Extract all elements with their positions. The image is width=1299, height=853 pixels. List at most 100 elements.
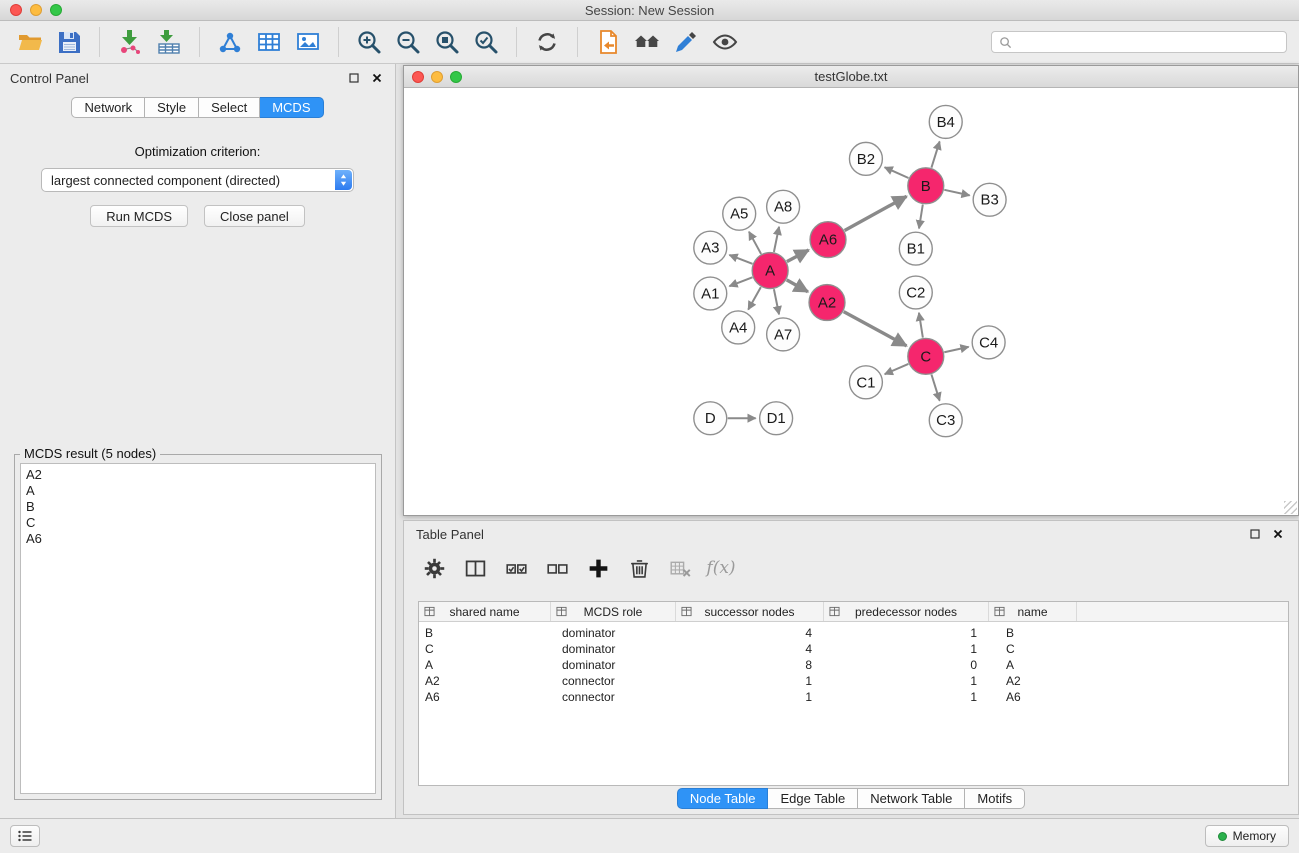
apply-preferred-style-button[interactable]: [668, 24, 704, 60]
graph-edge-A-A4[interactable]: [748, 287, 761, 310]
close-panel-icon[interactable]: [369, 70, 385, 86]
add-row-button[interactable]: [584, 554, 612, 582]
show-hide-graphics-details-button[interactable]: [707, 24, 743, 60]
graph-node-B1[interactable]: B1: [899, 232, 932, 265]
result-item[interactable]: A6: [26, 531, 370, 547]
tab-mcds[interactable]: MCDS: [260, 97, 323, 118]
graph-node-C[interactable]: C: [908, 338, 944, 374]
column-header-shared-name[interactable]: shared name: [419, 602, 551, 621]
result-item[interactable]: B: [26, 499, 370, 515]
graph-edge-A6-B[interactable]: [845, 196, 907, 230]
zoom-fit-content-button[interactable]: [429, 24, 465, 60]
new-network-button[interactable]: [212, 24, 248, 60]
tab-network-table[interactable]: Network Table: [858, 788, 965, 809]
graph-edge-A-A3[interactable]: [729, 255, 752, 264]
graph-node-B[interactable]: B: [908, 168, 944, 204]
search-input[interactable]: [1017, 35, 1279, 49]
graph-node-A2[interactable]: A2: [809, 285, 845, 321]
graph-edge-C-C1[interactable]: [885, 364, 909, 374]
delete-selected-rows-button[interactable]: [625, 554, 653, 582]
close-window-button[interactable]: [10, 4, 22, 16]
graph-node-A7[interactable]: A7: [767, 318, 800, 351]
network-canvas-svg[interactable]: AA1A3A5A8A4A7A6A2BB1B2B3B4CC1C2C3C4DD1: [404, 89, 1298, 515]
table-row[interactable]: Bdominator41B: [419, 625, 1288, 641]
graph-node-C2[interactable]: C2: [899, 276, 932, 309]
column-header-name[interactable]: name: [989, 602, 1077, 621]
graph-edge-A-A8[interactable]: [774, 227, 779, 252]
table-row[interactable]: Adominator80A: [419, 657, 1288, 673]
graph-edge-A-A6[interactable]: [787, 250, 809, 262]
float-table-panel-icon[interactable]: [1247, 526, 1263, 542]
graph-edge-B-B1[interactable]: [919, 204, 923, 228]
tab-style[interactable]: Style: [145, 97, 199, 118]
graph-node-D[interactable]: D: [694, 402, 727, 435]
graph-node-A4[interactable]: A4: [722, 311, 755, 344]
table-row[interactable]: A2connector11A2: [419, 673, 1288, 689]
graph-edge-A-A5[interactable]: [749, 232, 761, 254]
import-table-from-file-button[interactable]: [151, 24, 187, 60]
graph-node-A5[interactable]: A5: [723, 197, 756, 230]
graph-node-A[interactable]: A: [752, 253, 788, 289]
graph-edge-C-C3[interactable]: [931, 374, 939, 400]
column-header-MCDS-role[interactable]: MCDS role: [551, 602, 676, 621]
graph-node-A3[interactable]: A3: [694, 231, 727, 264]
graph-edge-C-C2[interactable]: [919, 313, 923, 338]
zoom-out-button[interactable]: [390, 24, 426, 60]
unselect-all-rows-button[interactable]: [543, 554, 571, 582]
show-columns-button[interactable]: [461, 554, 489, 582]
select-all-rows-button[interactable]: [502, 554, 530, 582]
minimize-window-button[interactable]: [30, 4, 42, 16]
tab-edge-table[interactable]: Edge Table: [768, 788, 858, 809]
show-panels-menu-button[interactable]: [10, 825, 40, 847]
graph-edge-C-C4[interactable]: [944, 347, 968, 352]
save-session-button[interactable]: [51, 24, 87, 60]
first-neighbors-button[interactable]: [629, 24, 665, 60]
graph-node-C4[interactable]: C4: [972, 326, 1005, 359]
close-panel-button[interactable]: Close panel: [204, 205, 305, 227]
network-canvas[interactable]: AA1A3A5A8A4A7A6A2BB1B2B3B4CC1C2C3C4DD1: [404, 89, 1298, 515]
run-mcds-button[interactable]: Run MCDS: [90, 205, 188, 227]
close-table-panel-icon[interactable]: [1270, 526, 1286, 542]
zoom-selected-region-button[interactable]: [468, 24, 504, 60]
graph-node-B3[interactable]: B3: [973, 183, 1006, 216]
apply-function-button[interactable]: f(x): [707, 554, 735, 582]
open-recent-file-button[interactable]: [590, 24, 626, 60]
column-header-successor-nodes[interactable]: successor nodes: [676, 602, 824, 621]
graph-edge-A-A2[interactable]: [787, 280, 808, 292]
graph-edge-B-B3[interactable]: [944, 190, 969, 196]
graph-node-C1[interactable]: C1: [849, 366, 882, 399]
graph-node-D1[interactable]: D1: [760, 402, 793, 435]
graph-edge-A-A1[interactable]: [729, 277, 752, 286]
new-table-button[interactable]: [251, 24, 287, 60]
column-header-predecessor-nodes[interactable]: predecessor nodes: [824, 602, 989, 621]
zoom-in-button[interactable]: [351, 24, 387, 60]
export-as-image-button[interactable]: [290, 24, 326, 60]
table-settings-button[interactable]: [420, 554, 448, 582]
graph-edge-B-B4[interactable]: [931, 141, 939, 167]
float-panel-icon[interactable]: [346, 70, 362, 86]
network-zoom-button[interactable]: [450, 71, 462, 83]
graph-edge-A-A7[interactable]: [774, 289, 779, 314]
optimization-criterion-select[interactable]: largest connected component (directed): [41, 168, 354, 192]
table-row[interactable]: A6connector11A6: [419, 689, 1288, 705]
import-network-from-file-button[interactable]: [112, 24, 148, 60]
zoom-window-button[interactable]: [50, 4, 62, 16]
graph-edge-A2-C[interactable]: [844, 312, 907, 346]
tab-motifs[interactable]: Motifs: [965, 788, 1025, 809]
graph-edge-B-B2[interactable]: [885, 167, 909, 178]
tab-select[interactable]: Select: [199, 97, 260, 118]
result-item[interactable]: C: [26, 515, 370, 531]
graph-node-A1[interactable]: A1: [694, 277, 727, 310]
memory-button[interactable]: Memory: [1205, 825, 1289, 847]
graph-node-C3[interactable]: C3: [929, 404, 962, 437]
network-minimize-button[interactable]: [431, 71, 443, 83]
network-close-button[interactable]: [412, 71, 424, 83]
result-item[interactable]: A: [26, 483, 370, 499]
refresh-view-button[interactable]: [529, 24, 565, 60]
table-row[interactable]: Cdominator41C: [419, 641, 1288, 657]
open-session-button[interactable]: [12, 24, 48, 60]
tab-node-table[interactable]: Node Table: [677, 788, 769, 809]
graph-node-A8[interactable]: A8: [767, 190, 800, 223]
network-window-titlebar[interactable]: testGlobe.txt: [404, 66, 1298, 88]
tab-network[interactable]: Network: [71, 97, 145, 118]
